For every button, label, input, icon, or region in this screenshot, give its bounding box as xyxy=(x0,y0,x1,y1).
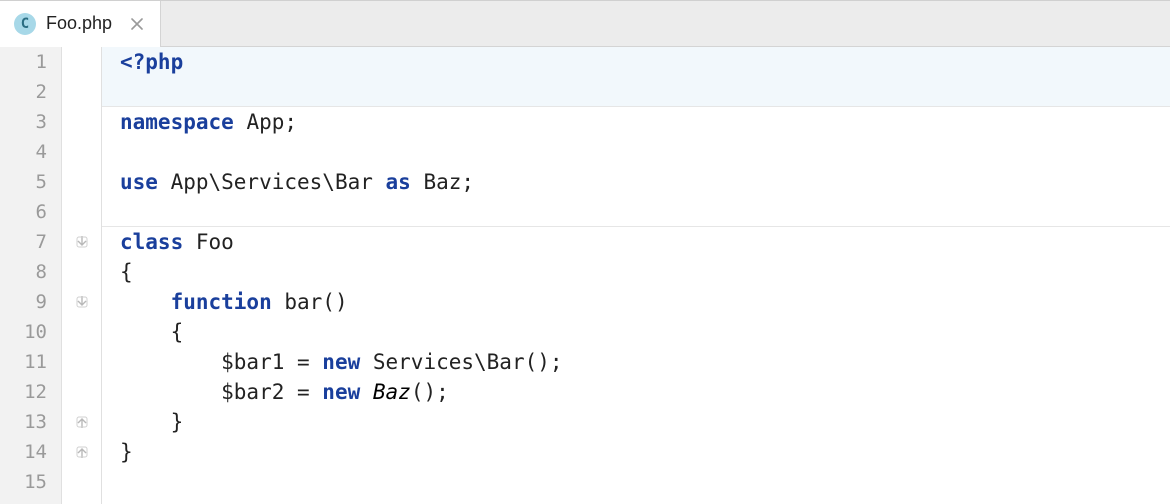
token: Foo xyxy=(196,230,234,254)
line-number: 10 xyxy=(0,317,61,347)
line-number: 9 xyxy=(0,287,61,317)
code-line[interactable]: class Foo xyxy=(102,227,1170,257)
code-line[interactable] xyxy=(102,467,1170,497)
token: App\Services\Bar xyxy=(171,170,386,194)
line-number-gutter: 123456789101112131415 xyxy=(0,47,62,504)
close-icon[interactable] xyxy=(128,15,146,33)
token: ; xyxy=(436,380,449,404)
tab-bar: C Foo.php xyxy=(0,1,1170,47)
line-number: 15 xyxy=(0,467,61,497)
token: namespace xyxy=(120,110,246,134)
code-line[interactable]: } xyxy=(102,437,1170,467)
token: Baz xyxy=(373,380,411,404)
fold-gutter xyxy=(62,47,102,504)
line-number: 14 xyxy=(0,437,61,467)
token: App xyxy=(246,110,284,134)
token: { xyxy=(120,260,133,284)
file-type-icon: C xyxy=(14,13,36,35)
file-tab[interactable]: C Foo.php xyxy=(0,1,161,46)
token: } xyxy=(120,410,183,434)
tab-filename: Foo.php xyxy=(46,13,112,34)
token: ; xyxy=(461,170,474,194)
token: Services\Bar() xyxy=(373,350,550,374)
code-line[interactable]: namespace App; xyxy=(102,107,1170,137)
token: bar() xyxy=(284,290,347,314)
code-line[interactable]: { xyxy=(102,257,1170,287)
line-number: 7 xyxy=(0,227,61,257)
token: class xyxy=(120,230,196,254)
token: ; xyxy=(550,350,563,374)
token: as xyxy=(386,170,424,194)
token xyxy=(120,290,171,314)
token: Baz xyxy=(423,170,461,194)
fold-open-icon[interactable] xyxy=(75,235,89,249)
code-line[interactable]: $bar1 = new Services\Bar(); xyxy=(102,347,1170,377)
token: use xyxy=(120,170,171,194)
code-line[interactable]: $bar2 = new Baz(); xyxy=(102,377,1170,407)
token: { xyxy=(120,320,183,344)
token: function xyxy=(171,290,285,314)
token: new xyxy=(322,380,373,404)
token: $bar1 = xyxy=(120,350,322,374)
line-number: 4 xyxy=(0,137,61,167)
line-number: 11 xyxy=(0,347,61,377)
line-number: 12 xyxy=(0,377,61,407)
fold-open-icon[interactable] xyxy=(75,295,89,309)
editor-window: C Foo.php 123456789101112131415 <?phpnam… xyxy=(0,0,1170,504)
code-line[interactable] xyxy=(102,197,1170,227)
line-number: 6 xyxy=(0,197,61,227)
line-number: 8 xyxy=(0,257,61,287)
code-line[interactable] xyxy=(102,137,1170,167)
line-number: 2 xyxy=(0,77,61,107)
code-line[interactable]: { xyxy=(102,317,1170,347)
token: $bar2 = xyxy=(120,380,322,404)
token: } xyxy=(120,440,133,464)
code-area[interactable]: <?phpnamespace App;use App\Services\Bar … xyxy=(102,47,1170,504)
code-line[interactable]: <?php xyxy=(102,47,1170,77)
token: () xyxy=(411,380,436,404)
line-number: 1 xyxy=(0,47,61,77)
token: new xyxy=(322,350,373,374)
token: <?php xyxy=(120,50,183,74)
code-line[interactable] xyxy=(102,77,1170,107)
fold-close-icon[interactable] xyxy=(75,415,89,429)
code-editor[interactable]: 123456789101112131415 <?phpnamespace App… xyxy=(0,47,1170,504)
line-number: 5 xyxy=(0,167,61,197)
line-number: 3 xyxy=(0,107,61,137)
token: ; xyxy=(284,110,297,134)
code-line[interactable]: use App\Services\Bar as Baz; xyxy=(102,167,1170,197)
fold-close-icon[interactable] xyxy=(75,445,89,459)
code-line[interactable]: } xyxy=(102,407,1170,437)
code-line[interactable]: function bar() xyxy=(102,287,1170,317)
line-number: 13 xyxy=(0,407,61,437)
